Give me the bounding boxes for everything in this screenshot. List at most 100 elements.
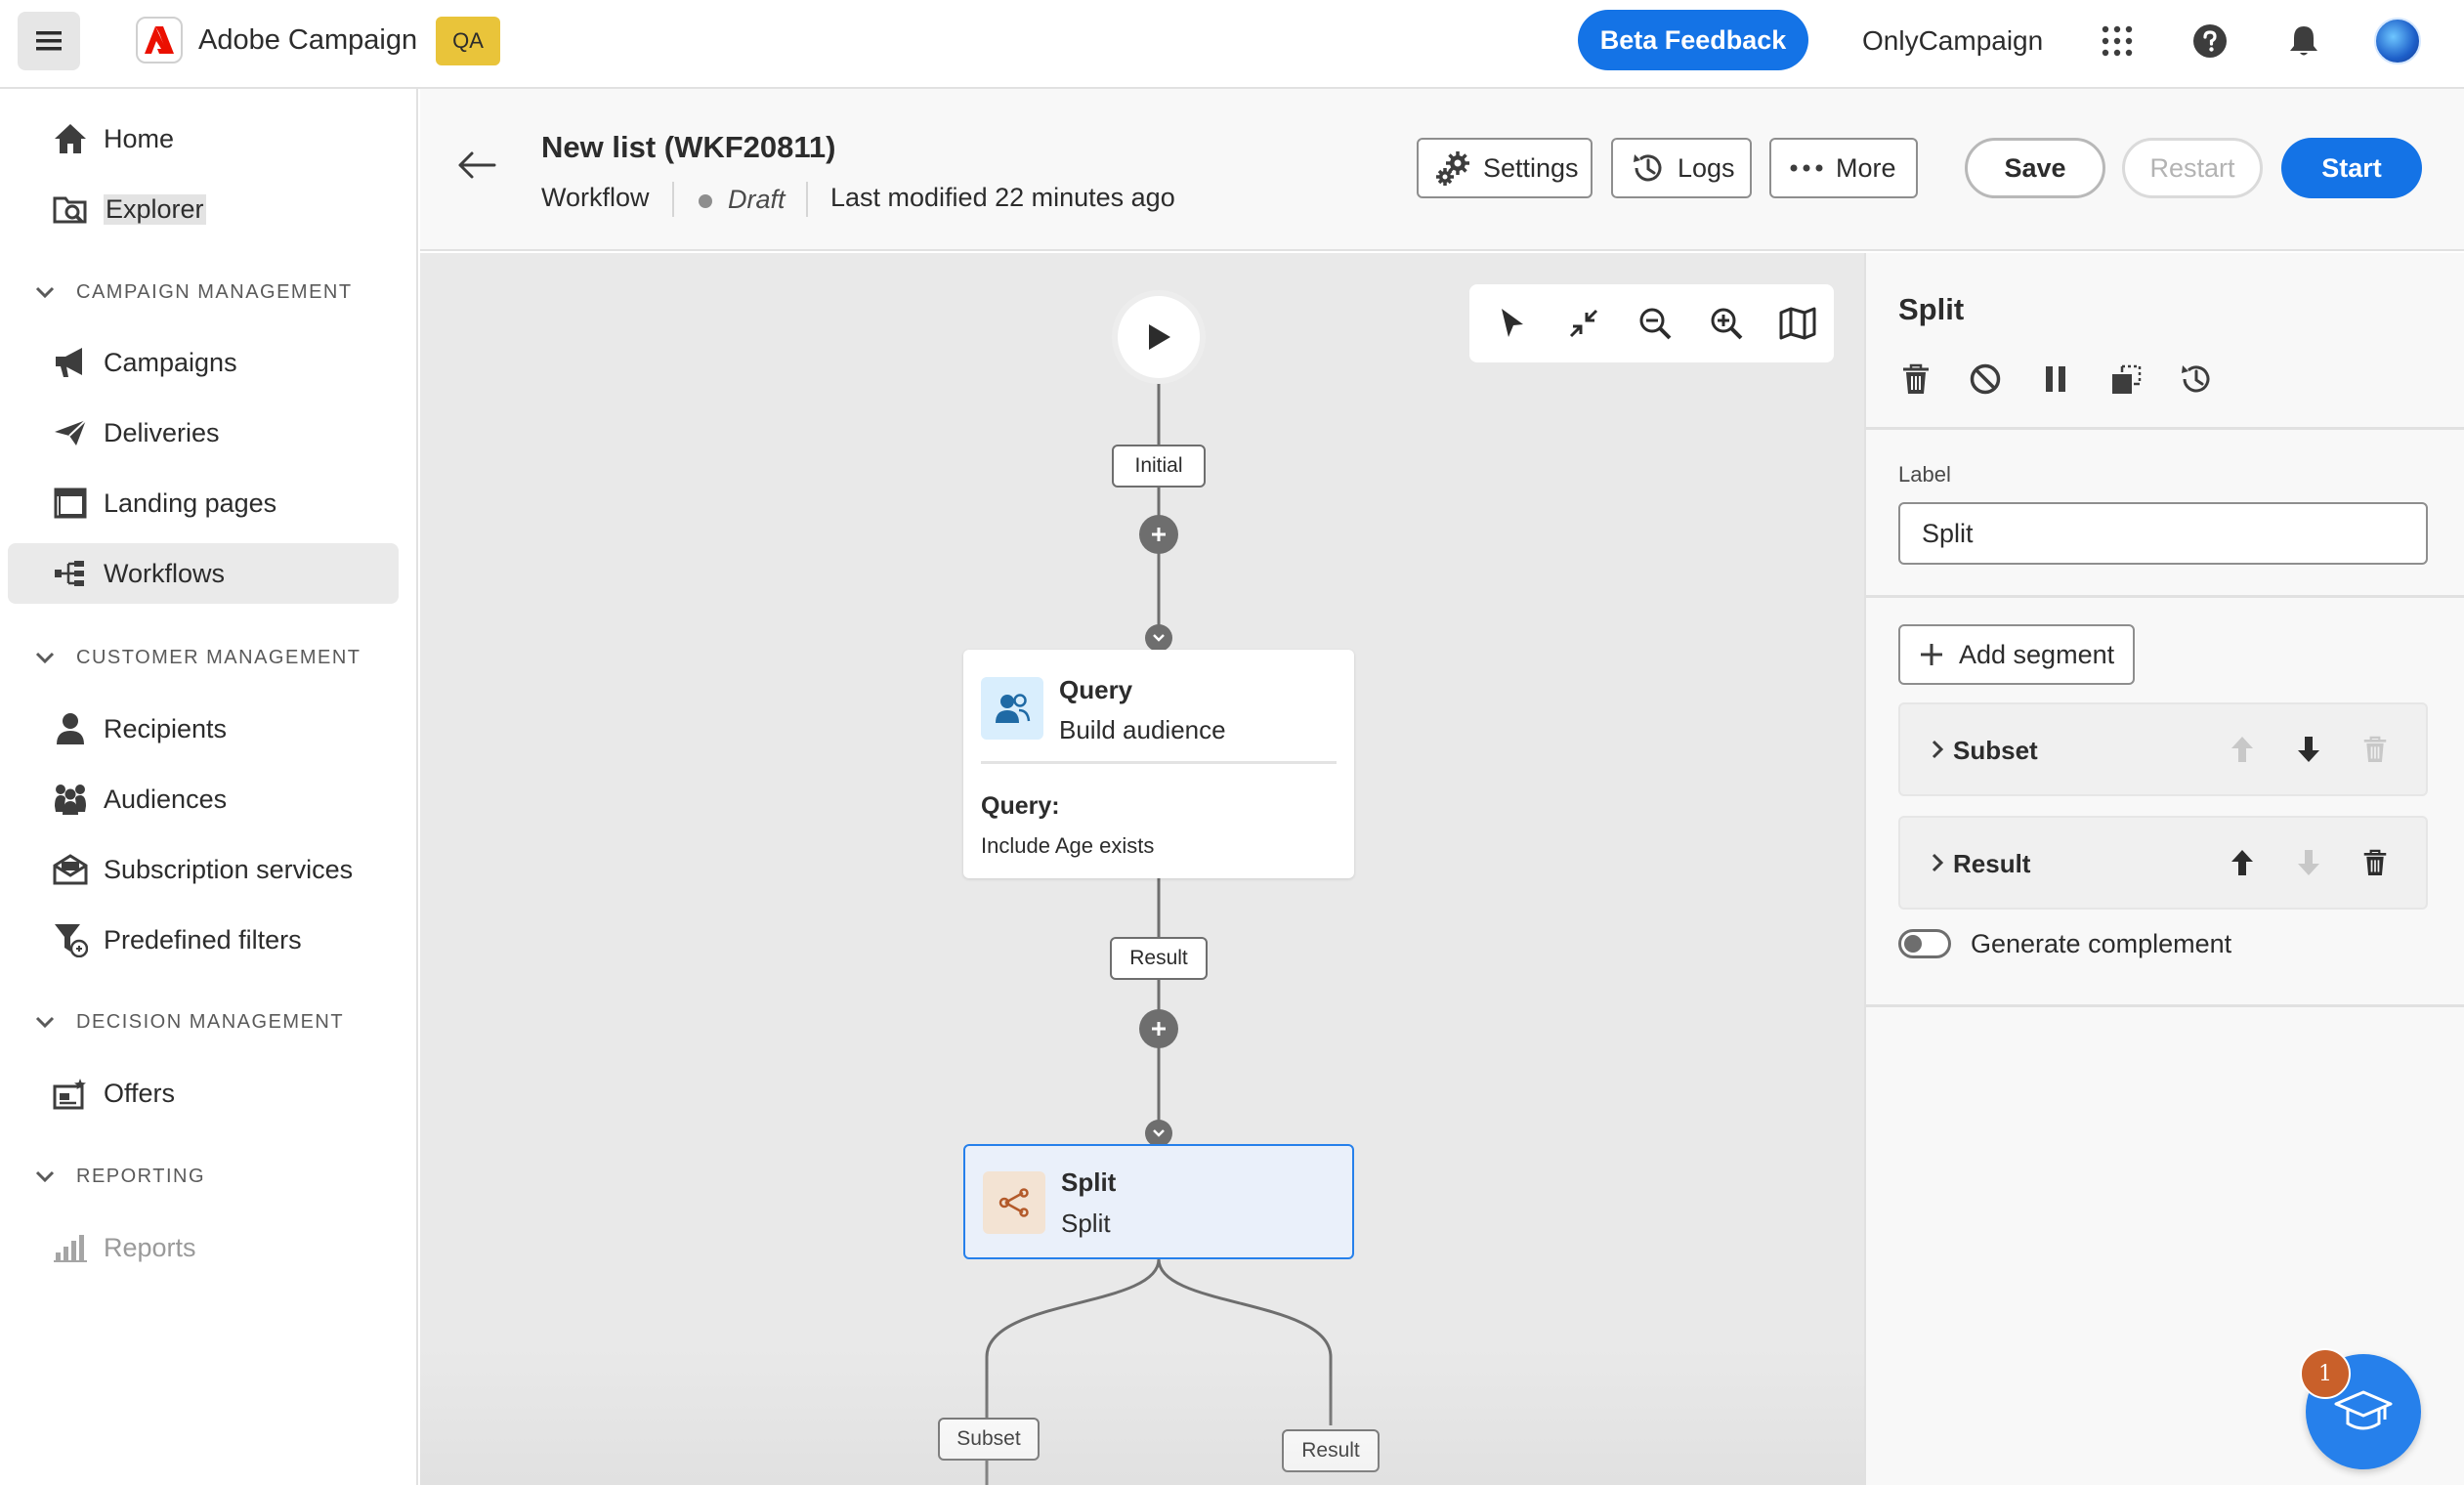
label-input[interactable]: Split xyxy=(1898,502,2428,565)
chevron-down-icon xyxy=(35,1170,55,1183)
sidebar-item-reports[interactable]: Reports xyxy=(8,1217,399,1278)
sidebar-item-offers[interactable]: Offers xyxy=(8,1063,399,1124)
subscription-icon xyxy=(51,850,90,889)
fit-icon[interactable] xyxy=(1562,302,1605,345)
beta-feedback-button[interactable]: Beta Feedback xyxy=(1578,10,1808,70)
chart-icon xyxy=(51,1228,90,1267)
copy-icon[interactable] xyxy=(2107,360,2146,399)
sidebar-item-home[interactable]: Home xyxy=(8,108,399,169)
sidebar-item-label: Landing pages xyxy=(104,488,277,518)
transition-label-initial[interactable]: Initial xyxy=(1112,445,1206,488)
move-down-icon[interactable] xyxy=(2289,843,2328,882)
workflow-canvas[interactable]: Initial Query Build audience Query: Incl… xyxy=(420,253,1864,1485)
toggle-knob xyxy=(1904,935,1922,953)
segment-subset[interactable]: Subset xyxy=(1898,702,2428,796)
landing-page-icon xyxy=(51,484,90,523)
section-label: DECISION MANAGEMENT xyxy=(76,1010,345,1033)
transition-label-result[interactable]: Result xyxy=(1110,937,1208,980)
gear-icon xyxy=(1436,150,1471,186)
start-button[interactable]: Start xyxy=(2281,138,2422,198)
workflow-type: Workflow xyxy=(541,183,650,212)
menu-button[interactable] xyxy=(18,12,80,70)
query-activity-card[interactable]: Query Build audience Query: Include Age … xyxy=(963,650,1354,878)
transition-label-result[interactable]: Result xyxy=(1282,1429,1380,1472)
history-icon[interactable] xyxy=(2177,360,2216,399)
map-icon[interactable] xyxy=(1776,302,1819,345)
section-reporting[interactable]: REPORTING xyxy=(35,1157,205,1196)
sidebar-item-label: Campaigns xyxy=(104,347,237,377)
adobe-logo[interactable] xyxy=(136,17,183,64)
section-customer-management[interactable]: CUSTOMER MANAGEMENT xyxy=(35,638,361,677)
transition-label-subset[interactable]: Subset xyxy=(938,1418,1040,1461)
label-field-label: Label xyxy=(1898,462,1951,487)
add-activity-button[interactable] xyxy=(1139,515,1178,554)
app-name[interactable]: Adobe Campaign xyxy=(198,24,417,57)
disable-icon[interactable] xyxy=(1966,360,2005,399)
sidebar-item-label: Workflows xyxy=(104,558,226,588)
logs-button[interactable]: Logs xyxy=(1611,138,1752,198)
add-segment-button[interactable]: Add segment xyxy=(1898,624,2135,685)
sidebar-item-label: Offers xyxy=(104,1078,176,1108)
chevron-right-icon[interactable] xyxy=(1926,738,1949,761)
bell-icon[interactable] xyxy=(2282,20,2325,63)
delete-icon[interactable] xyxy=(1896,360,1935,399)
segment-result[interactable]: Result xyxy=(1898,816,2428,910)
sidebar-item-deliveries[interactable]: Deliveries xyxy=(8,403,399,463)
sidebar: Home Explorer CAMPAIGN MANAGEMENT Campai… xyxy=(0,89,418,1485)
org-switcher[interactable]: OnlyCampaign xyxy=(1862,25,2043,57)
move-down-icon[interactable] xyxy=(2289,730,2328,769)
move-up-icon[interactable] xyxy=(2223,730,2262,769)
last-modified: Last modified 22 minutes ago xyxy=(830,183,1175,212)
chevron-down-icon xyxy=(1153,1129,1165,1137)
generate-complement-toggle[interactable] xyxy=(1898,929,1951,958)
save-button[interactable]: Save xyxy=(1965,138,2105,198)
chevron-down-icon xyxy=(35,1016,55,1029)
card-subtitle: Build audience xyxy=(1059,715,1226,744)
apps-grid-icon[interactable] xyxy=(2096,20,2139,63)
more-label: More xyxy=(1836,152,1896,183)
sidebar-item-landing-pages[interactable]: Landing pages xyxy=(8,473,399,533)
sidebar-item-label: Predefined filters xyxy=(104,924,302,955)
more-icon xyxy=(1789,150,1824,186)
divider xyxy=(672,182,674,217)
send-icon xyxy=(51,413,90,452)
environment-badge: QA xyxy=(436,17,500,65)
segment-label: Result xyxy=(1953,849,2031,878)
filter-icon xyxy=(51,920,90,959)
delete-icon[interactable] xyxy=(2356,843,2395,882)
connector-chevron xyxy=(1145,1120,1172,1147)
restart-button[interactable]: Restart xyxy=(2122,138,2263,198)
section-decision-management[interactable]: DECISION MANAGEMENT xyxy=(35,1002,344,1041)
move-up-icon[interactable] xyxy=(2223,843,2262,882)
sidebar-item-label: Home xyxy=(104,123,175,153)
sidebar-item-label: Recipients xyxy=(104,713,228,743)
delete-icon[interactable] xyxy=(2356,730,2395,769)
section-campaign-management[interactable]: CAMPAIGN MANAGEMENT xyxy=(35,273,353,312)
sidebar-item-audiences[interactable]: Audiences xyxy=(8,769,399,829)
query-summary-value: Include Age exists xyxy=(981,833,1155,858)
avatar[interactable] xyxy=(2374,18,2421,64)
split-icon xyxy=(983,1171,1045,1234)
chevron-down-icon xyxy=(1153,634,1165,642)
add-activity-button[interactable] xyxy=(1139,1009,1178,1048)
sidebar-item-workflows[interactable]: Workflows xyxy=(8,543,399,604)
plus-icon xyxy=(1152,528,1166,541)
chevron-right-icon[interactable] xyxy=(1926,851,1949,874)
sidebar-item-recipients[interactable]: Recipients xyxy=(8,699,399,759)
card-subtitle: Split xyxy=(1061,1209,1111,1238)
zoom-out-icon[interactable] xyxy=(1634,302,1677,345)
sidebar-item-subscription-services[interactable]: Subscription services xyxy=(8,839,399,900)
help-icon[interactable] xyxy=(2188,20,2231,63)
split-activity-card[interactable]: Split Split xyxy=(963,1144,1354,1259)
start-node[interactable] xyxy=(1112,290,1206,384)
settings-button[interactable]: Settings xyxy=(1417,138,1593,198)
sidebar-item-campaigns[interactable]: Campaigns xyxy=(8,332,399,393)
zoom-in-icon[interactable] xyxy=(1705,302,1748,345)
pause-icon[interactable] xyxy=(2036,360,2075,399)
sidebar-item-explorer[interactable]: Explorer xyxy=(8,179,399,239)
more-button[interactable]: More xyxy=(1769,138,1918,198)
pointer-icon[interactable] xyxy=(1491,302,1534,345)
canvas-toolbar xyxy=(1469,284,1834,362)
sidebar-item-predefined-filters[interactable]: Predefined filters xyxy=(8,910,399,970)
back-button[interactable] xyxy=(455,144,498,187)
